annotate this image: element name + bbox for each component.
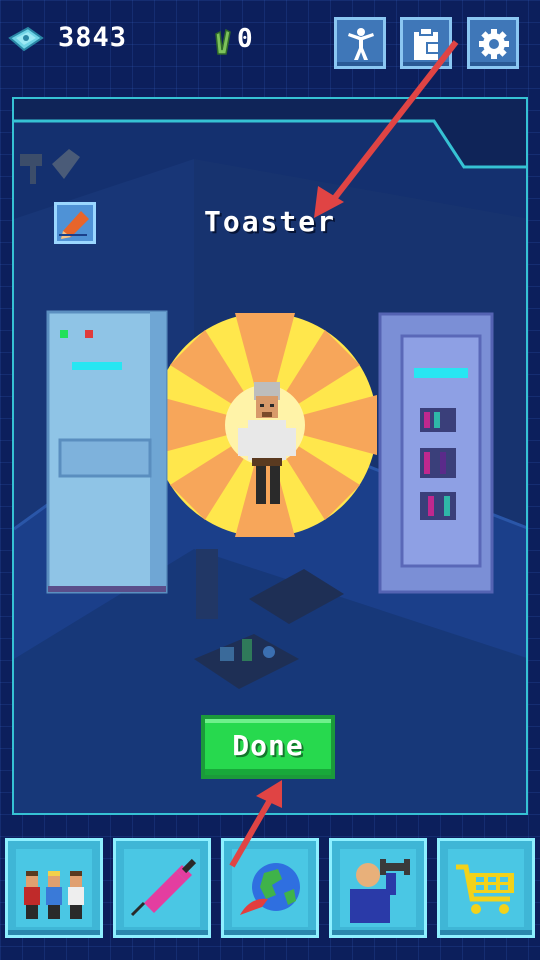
annotation-arrows — [229, 40, 459, 868]
arrow-to-title — [314, 40, 459, 218]
arrow-to-done — [229, 780, 282, 868]
